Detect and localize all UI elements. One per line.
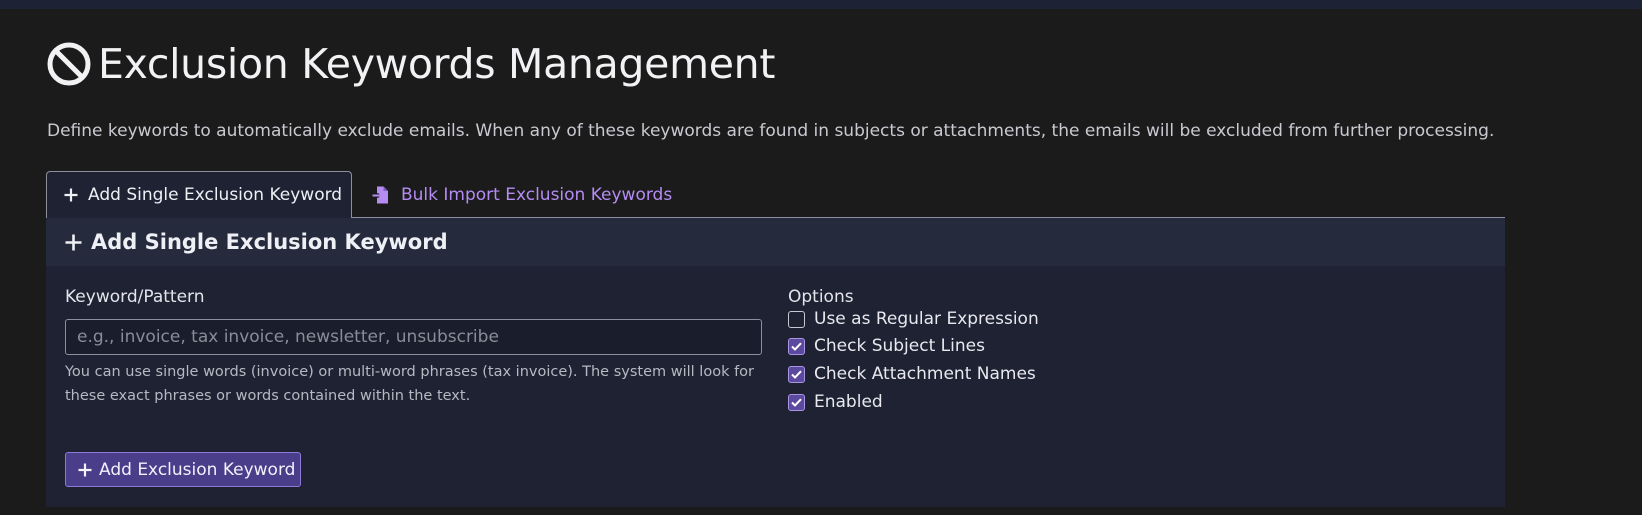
check-icon: [791, 342, 802, 351]
ban-icon: [47, 42, 91, 86]
option-attachment-names[interactable]: Check Attachment Names: [788, 362, 1036, 386]
option-regex-label: Use as Regular Expression: [814, 309, 1039, 329]
option-regex[interactable]: Use as Regular Expression: [788, 307, 1039, 331]
tab-bulk-import-label: Bulk Import Exclusion Keywords: [401, 184, 673, 205]
panel-header: Add Single Exclusion Keyword: [46, 218, 1505, 266]
attachment-names-checkbox[interactable]: [788, 365, 805, 383]
options-label: Options: [788, 287, 854, 307]
keyword-help-text: You can use single words (invoice) or mu…: [65, 364, 755, 404]
option-subject-lines[interactable]: Check Subject Lines: [788, 334, 985, 358]
tab-bar: Add Single Exclusion Keyword Bulk Import…: [46, 171, 1505, 218]
subject-lines-checkbox[interactable]: [788, 337, 805, 355]
panel-header-title: Add Single Exclusion Keyword: [91, 230, 448, 254]
plus-icon: [78, 463, 92, 476]
option-attachment-names-label: Check Attachment Names: [814, 364, 1036, 384]
tab-add-single[interactable]: Add Single Exclusion Keyword: [46, 171, 352, 218]
option-subject-lines-label: Check Subject Lines: [814, 336, 985, 356]
keyword-label: Keyword/Pattern: [65, 287, 205, 307]
keyword-input[interactable]: [65, 319, 762, 355]
add-keyword-panel: Add Single Exclusion Keyword Keyword/Pat…: [46, 218, 1505, 507]
page-description: Define keywords to automatically exclude…: [47, 121, 1495, 141]
enabled-checkbox[interactable]: [788, 393, 805, 411]
option-enabled[interactable]: Enabled: [788, 390, 883, 414]
check-icon: [791, 370, 802, 379]
page-title-text: Exclusion Keywords Management: [98, 40, 776, 88]
plus-icon: [64, 188, 78, 202]
option-enabled-label: Enabled: [814, 392, 883, 412]
add-exclusion-keyword-label: Add Exclusion Keyword: [99, 459, 296, 480]
page-title: Exclusion Keywords Management: [46, 38, 775, 90]
tab-bulk-import[interactable]: Bulk Import Exclusion Keywords: [368, 171, 672, 218]
check-icon: [791, 398, 802, 407]
tab-add-single-label: Add Single Exclusion Keyword: [88, 185, 343, 205]
plus-icon: [65, 234, 82, 250]
file-import-icon: [372, 186, 388, 203]
top-bar: [0, 0, 1642, 9]
add-exclusion-keyword-button[interactable]: Add Exclusion Keyword: [65, 452, 301, 487]
regex-checkbox[interactable]: [788, 310, 805, 328]
